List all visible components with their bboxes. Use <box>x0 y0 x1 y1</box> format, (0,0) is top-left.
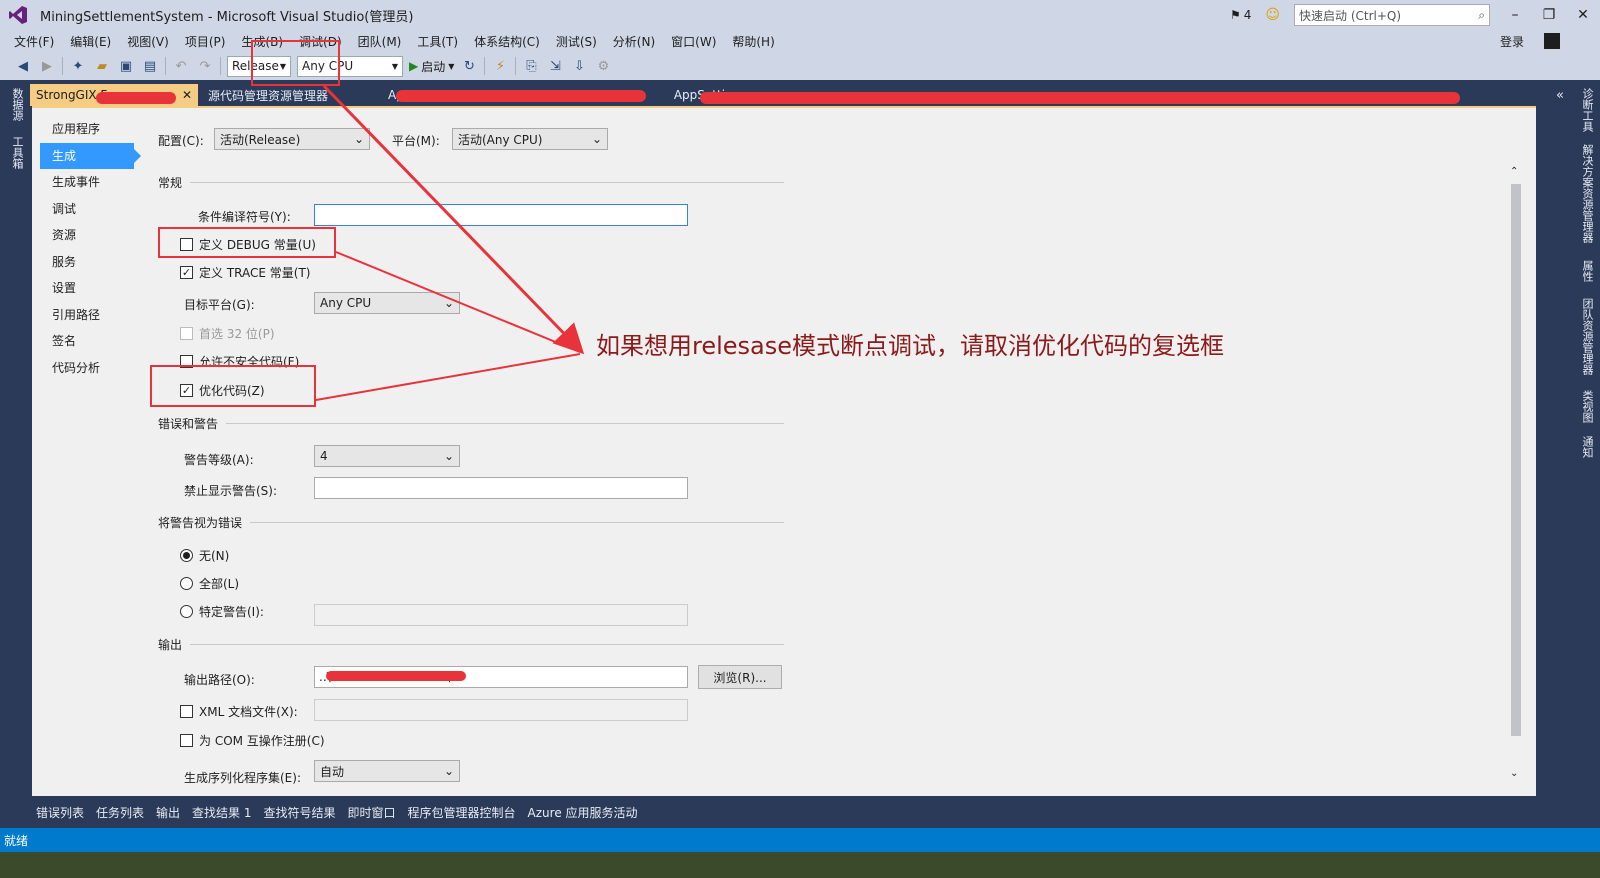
tab-find-results[interactable]: 查找结果 1 <box>186 804 257 821</box>
tab-package-manager-console[interactable]: 程序包管理器控制台 <box>402 804 522 821</box>
os-taskbar <box>0 852 1600 878</box>
annotation-arrows <box>315 84 585 401</box>
tab-azure-app-service[interactable]: Azure 应用服务活动 <box>522 804 644 821</box>
status-bar: 就绪 <box>0 828 1600 852</box>
tab-immediate-window[interactable]: 即时窗口 <box>342 804 402 821</box>
tab-find-symbol-results[interactable]: 查找符号结果 <box>258 804 342 821</box>
tab-output[interactable]: 输出 <box>150 804 186 821</box>
status-text: 就绪 <box>4 833 29 848</box>
tab-task-list[interactable]: 任务列表 <box>90 804 150 821</box>
bottom-tool-tabs: 错误列表 任务列表 输出 查找结果 1 查找符号结果 即时窗口 程序包管理器控制… <box>30 798 1570 826</box>
annotation-note: 如果想用relesase模式断点调试，请取消优化代码的复选框 <box>596 332 1225 360</box>
tab-error-list[interactable]: 错误列表 <box>30 804 90 821</box>
